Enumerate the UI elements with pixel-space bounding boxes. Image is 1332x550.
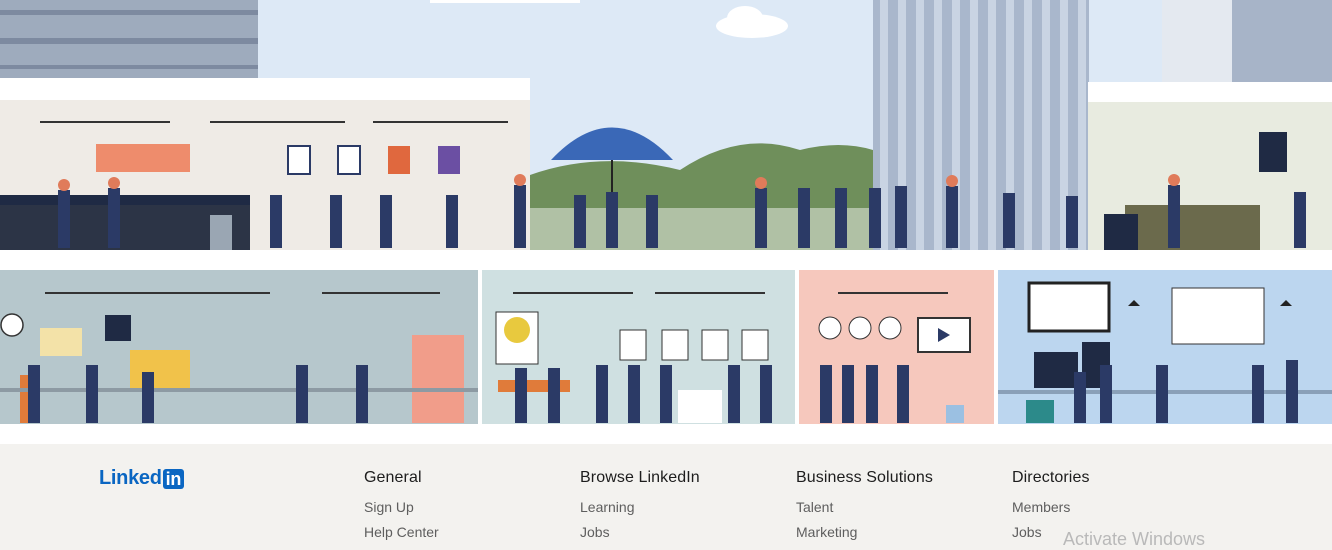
footer-link-help-center[interactable]: Help Center [364, 524, 439, 540]
linkedin-logo[interactable]: Linked in [99, 467, 185, 490]
footer-column-title: Business Solutions [796, 469, 933, 486]
office-panel-1 [0, 270, 478, 424]
footer-link-marketing[interactable]: Marketing [796, 524, 933, 540]
office-scene-svg [0, 0, 1332, 424]
activate-windows-watermark: Activate Windows [1063, 529, 1206, 549]
logo-in-box: in [162, 468, 185, 489]
footer-link-sign-up[interactable]: Sign Up [364, 499, 439, 515]
footer-column-title: General [364, 469, 422, 486]
footer-column-general: General Sign Up Help Center [364, 469, 439, 549]
hero-illustration [0, 0, 1332, 444]
building-left [0, 0, 258, 78]
footer-column-title: Browse LinkedIn [580, 469, 700, 486]
footer-link-members[interactable]: Members [1012, 499, 1090, 515]
footer-column-title: Directories [1012, 469, 1090, 486]
footer-link-jobs[interactable]: Jobs [580, 524, 700, 540]
footer-link-learning[interactable]: Learning [580, 499, 700, 515]
footer-link-talent[interactable]: Talent [796, 499, 933, 515]
footer-column-business: Business Solutions Talent Marketing [796, 469, 933, 549]
footer-column-browse: Browse LinkedIn Learning Jobs [580, 469, 700, 549]
logo-text: Linked [99, 467, 162, 489]
